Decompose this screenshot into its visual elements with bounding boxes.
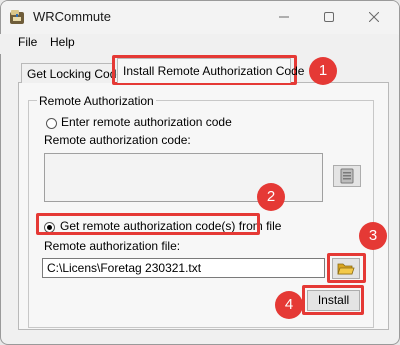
app-icon xyxy=(10,10,24,24)
step-badge-2: 2 xyxy=(257,183,285,211)
window-title: WRCommute xyxy=(33,9,112,24)
menu-help[interactable]: Help xyxy=(50,35,75,49)
highlight-from-file-option xyxy=(36,213,260,235)
highlight-install-button xyxy=(302,285,364,315)
step-badge-1: 1 xyxy=(309,57,337,85)
minimize-button[interactable] xyxy=(262,0,306,34)
step-badge-3: 3 xyxy=(359,222,387,250)
step-badge-4: 4 xyxy=(275,291,303,319)
highlight-browse-button xyxy=(327,253,366,283)
tab-install-remote-authorization-code[interactable]: Install Remote Authorization Code xyxy=(117,58,304,83)
clipboard-icon xyxy=(340,168,354,184)
file-label: Remote authorization file: xyxy=(44,239,181,253)
close-button[interactable] xyxy=(352,0,396,34)
close-icon xyxy=(368,11,380,23)
maximize-button[interactable] xyxy=(307,0,351,34)
tab-get-locking-code[interactable]: Get Locking Code xyxy=(21,63,123,83)
authorization-file-input[interactable]: C:\Licens\Foretag 230321.txt xyxy=(42,258,325,278)
code-label: Remote authorization code: xyxy=(44,133,191,147)
paste-code-button[interactable] xyxy=(333,165,361,187)
radio-enter-code-label: Enter remote authorization code xyxy=(61,115,232,129)
minimize-icon xyxy=(279,16,289,18)
group-title: Remote Authorization xyxy=(37,94,156,108)
maximize-icon xyxy=(324,12,334,22)
radio-enter-code[interactable] xyxy=(46,118,57,129)
menu-file[interactable]: File xyxy=(18,35,37,49)
